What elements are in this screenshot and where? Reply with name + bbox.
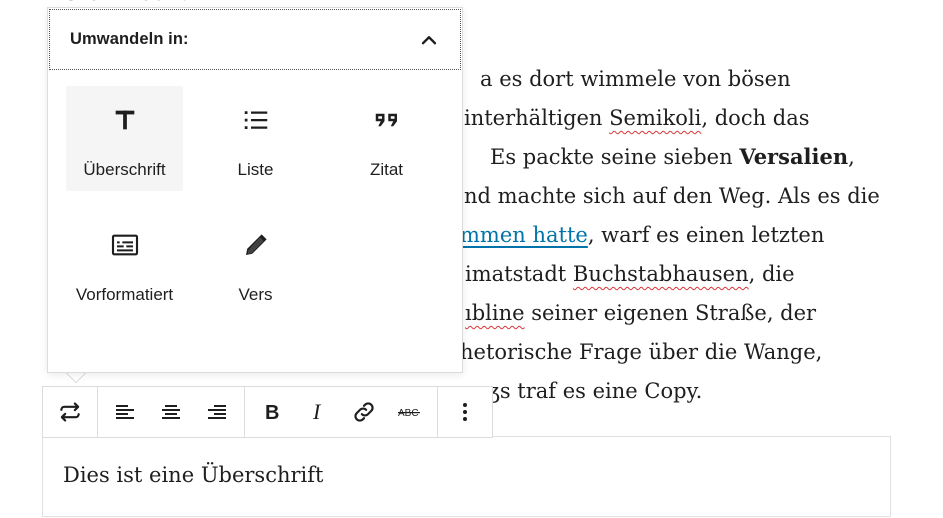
block-type-label: Liste [237,160,274,179]
block-type-preformatted[interactable]: Vorformatiert [66,211,183,316]
block-type-label: Vorformatiert [75,285,174,304]
align-right-icon [208,405,226,419]
block-type-label: Zitat [369,160,404,179]
paragraph-line: interhältigen Semikoli, doch das [464,103,810,133]
block-type-verse[interactable]: Vers [197,211,314,316]
text-segment: Versalien [739,144,849,169]
chevron-up-icon[interactable] [418,29,440,51]
transform-button[interactable] [47,387,93,437]
text-segment: a es dort wimmele von bösen [480,67,791,91]
text-segment: Semikoli [609,106,702,130]
paragraph-line: Es packte seine sieben Versalien, [490,142,855,172]
align-center-button[interactable] [148,387,194,437]
block-type-list[interactable]: Liste [197,86,314,191]
heading-icon [115,110,134,130]
text-segment: Buchstabhausen [572,262,749,286]
block-type-label: Überschrift [83,160,166,179]
bold-icon: B [265,402,279,424]
paragraph-line: imatstadt Buchstabhausen, die [465,259,795,289]
popover-header[interactable]: Umwandeln in: [49,9,461,70]
heading-block[interactable]: Dies ist eine Überschrift [42,436,891,517]
paragraph-line: mmen hatte, warf es einen letzten [460,220,824,250]
text-segment: interhältigen [464,106,610,130]
text-segment: ʒs traf es eine Copy. [488,379,703,403]
text-segment: seiner eigenen Straße, der [524,301,817,325]
align-left-icon [116,405,134,419]
toolbar-group-more [438,387,492,437]
paragraph-line: ıbline seiner eigenen Straße, der [465,298,816,328]
verse-icon [245,234,267,255]
bold-button[interactable]: B [249,387,295,437]
transform-icon [60,402,80,422]
text-segment: Es packte seine sieben [490,145,740,169]
popover-title: Umwandeln in: [70,30,189,48]
strikethrough-icon: ABC [398,408,420,419]
text-segment: , doch das [701,106,810,130]
block-type-quote[interactable]: Zitat [328,86,445,191]
more-options-icon [463,403,467,421]
link-icon [354,402,374,422]
paragraph-line: nd machte sich auf den Weg. Als es die [464,181,880,211]
svg-text:ABC: ABC [398,408,419,419]
svg-text:B: B [265,402,279,424]
toolbar-group-format: B I ABC [245,387,438,437]
text-segment: ıbline [465,301,525,325]
transform-popover: Umwandeln in: Überschrift Liste Zitat Vo… [47,7,463,373]
strikethrough-button[interactable]: ABC [387,387,433,437]
toolbar-group-transform [43,387,98,437]
align-right-button[interactable] [194,387,240,437]
italic-button[interactable]: I [295,387,341,437]
text-segment: Grammatik. [62,0,188,5]
quote-icon [375,113,397,127]
italic-icon: I [312,400,322,424]
text-segment: nd machte sich auf den Weg. Als es die [464,184,880,208]
block-type-label: Vers [238,285,273,304]
align-left-button[interactable] [102,387,148,437]
paragraph-line: a es dort wimmele von bösen [480,64,791,94]
align-center-icon [162,405,180,419]
text-segment: , die [748,262,795,286]
block-type-heading[interactable]: Überschrift [66,86,183,191]
link-button[interactable] [341,387,387,437]
svg-text:I: I [312,400,322,424]
heading-text[interactable]: Dies ist eine Überschrift [63,463,323,487]
paragraph-line: hetorische Frage über die Wange, [460,337,822,367]
text-segment: , warf es einen letzten [587,223,825,247]
block-toolbar: B I ABC [42,386,493,438]
list-icon [244,111,267,129]
toolbar-group-align [98,387,245,437]
text-segment: hetorische Frage über die Wange, [460,340,823,364]
text-segment: imatstadt [465,262,573,286]
preformatted-icon [111,234,138,256]
more-options-button[interactable] [442,387,488,437]
paragraph-line: ʒs traf es eine Copy. [488,376,702,406]
text-segment: , [848,145,855,169]
text-link[interactable]: mmen hatte [460,223,588,247]
